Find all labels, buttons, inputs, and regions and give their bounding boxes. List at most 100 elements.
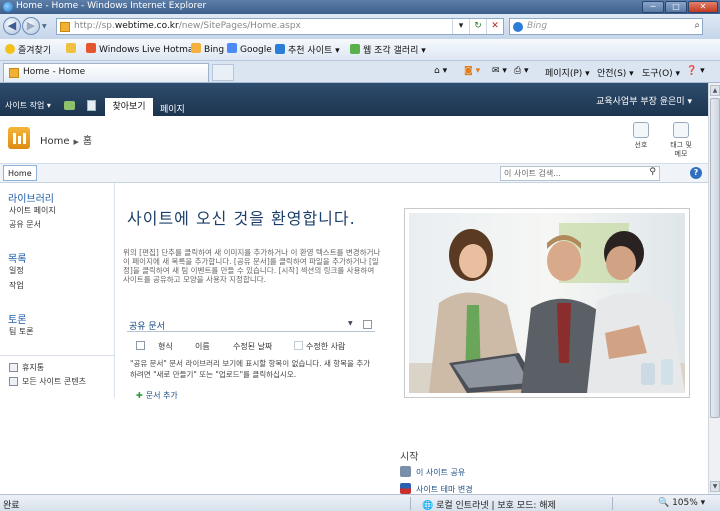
column-modified-by-checkbox[interactable] bbox=[294, 341, 303, 350]
scroll-up-icon[interactable]: ▲ bbox=[710, 85, 720, 96]
print-icon[interactable]: ⎙ ▾ bbox=[514, 66, 529, 76]
favorites-button[interactable]: 즐겨찾기 bbox=[5, 43, 51, 56]
ql-recycle-bin[interactable]: 휴지통 bbox=[22, 362, 44, 373]
tab-title: Home - Home bbox=[23, 67, 86, 77]
security-zone[interactable]: 🌐 로컬 인트라넷 | 보호 모드: 해제 bbox=[422, 498, 556, 511]
tab-favicon-icon bbox=[9, 68, 19, 78]
site-logo-icon[interactable] bbox=[8, 127, 30, 149]
tab-home[interactable]: Home - Home bbox=[3, 63, 209, 82]
new-tab-button[interactable] bbox=[212, 64, 234, 81]
url-dropdown-icon[interactable]: ▾ bbox=[452, 19, 469, 34]
search-icon[interactable]: ⌕ bbox=[694, 20, 700, 31]
tags-notes-button[interactable]: 태그 및 메모 bbox=[661, 122, 701, 159]
column-modified[interactable]: 수정된 날짜 bbox=[233, 341, 272, 352]
welcome-image bbox=[404, 208, 690, 398]
forward-button[interactable]: ▶ bbox=[22, 17, 40, 35]
close-window-button[interactable]: ✕ bbox=[688, 1, 718, 13]
vertical-scrollbar[interactable]: ▲ ▼ bbox=[708, 83, 720, 494]
help-icon[interactable]: ? bbox=[690, 167, 702, 179]
scroll-thumb[interactable] bbox=[710, 98, 720, 418]
sp-title-area: Home ▶ 홈 선호 태그 및 메모 bbox=[0, 116, 708, 163]
add-icon: ✚ bbox=[136, 391, 143, 400]
fav-bing-link[interactable]: Bing bbox=[191, 43, 224, 55]
doclib-title[interactable]: 공유 문서 bbox=[129, 319, 165, 332]
site-search-input[interactable]: 이 사이트 검색... ⚲ bbox=[500, 166, 660, 181]
select-all-checkbox[interactable] bbox=[136, 341, 145, 350]
fav-google-link[interactable]: Google bbox=[227, 43, 272, 55]
ql-item-shared-docs[interactable]: 공유 문서 bbox=[9, 219, 41, 230]
all-content-icon bbox=[9, 377, 18, 386]
status-text: 완료 bbox=[3, 501, 20, 511]
doclib-menu-icon[interactable]: ▼ bbox=[348, 320, 353, 327]
like-it-icon bbox=[633, 122, 649, 138]
safety-menu[interactable]: 안전(S) ▾ bbox=[597, 66, 634, 79]
recycle-bin-icon bbox=[9, 363, 18, 372]
ql-item-calendar[interactable]: 일정 bbox=[9, 265, 24, 276]
star-icon bbox=[5, 44, 15, 54]
url-field[interactable]: http://sp.webtime.co.kr/new/SitePages/Ho… bbox=[56, 18, 504, 35]
scroll-down-icon[interactable]: ▼ bbox=[710, 481, 720, 492]
navigate-up-icon[interactable] bbox=[64, 101, 75, 110]
breadcrumb-home[interactable]: Home bbox=[40, 136, 70, 147]
bing-search-field[interactable]: Bing ⌕ bbox=[509, 18, 703, 35]
column-type[interactable]: 형식 bbox=[158, 341, 173, 352]
breadcrumb: Home ▶ 홈 bbox=[40, 132, 92, 147]
add-document-link[interactable]: ✚ 문서 추가 bbox=[136, 390, 178, 401]
ribbon-tab-page[interactable]: 페이지 bbox=[160, 102, 185, 115]
site-actions-menu[interactable]: 사이트 작업 ▾ bbox=[5, 100, 51, 111]
search-icon[interactable]: ⚲ bbox=[649, 167, 656, 177]
edit-page-icon[interactable] bbox=[87, 100, 96, 111]
ribbon-tab-browse[interactable]: 찾아보기 bbox=[105, 98, 153, 116]
ql-all-site-content[interactable]: 모든 사이트 콘텐츠 bbox=[22, 376, 86, 387]
ql-heading-libraries[interactable]: 라이브러리 bbox=[8, 190, 54, 205]
bing-fav-icon bbox=[191, 43, 201, 53]
maximize-button[interactable]: □ bbox=[665, 1, 687, 13]
doclib-select-checkbox[interactable] bbox=[363, 320, 372, 329]
ql-bottom-section: 휴지통 모든 사이트 콘텐츠 bbox=[0, 355, 114, 386]
tab-row: Home - Home ⌂ ▾ ◙ ▾ ✉ ▾ ⎙ ▾ 페이지(P) ▾ 안전(… bbox=[0, 61, 720, 83]
add-favorite-icon[interactable] bbox=[66, 43, 79, 55]
stop-button[interactable]: ✕ bbox=[486, 19, 503, 34]
page-menu[interactable]: 페이지(P) ▾ bbox=[545, 66, 590, 79]
top-navigation: Home 이 사이트 검색... ⚲ ? bbox=[0, 163, 708, 183]
like-it-button[interactable]: 선호 bbox=[621, 122, 661, 150]
share-site-link[interactable]: 이 사이트 공유 bbox=[416, 467, 465, 478]
fav-suggested-sites[interactable]: 추천 사이트 ▾ bbox=[275, 43, 340, 56]
ql-item-tasks[interactable]: 작업 bbox=[9, 280, 24, 291]
column-name[interactable]: 이름 bbox=[195, 341, 210, 352]
ql-heading-discussions[interactable]: 토론 bbox=[8, 311, 26, 326]
minimize-button[interactable]: ─ bbox=[642, 1, 664, 13]
read-mail-icon[interactable]: ✉ ▾ bbox=[492, 66, 507, 76]
welcome-description: 위의 [편집] 단추를 클릭하여 새 이미지를 추가하거나 이 환영 텍스트를 … bbox=[123, 248, 381, 284]
office-team-photo bbox=[409, 213, 685, 393]
site-search-placeholder: 이 사이트 검색... bbox=[504, 169, 561, 178]
column-modified-by[interactable]: 수정한 사람 bbox=[306, 341, 345, 352]
share-site-icon bbox=[400, 466, 411, 477]
ql-item-site-pages[interactable]: 사이트 페이지 bbox=[9, 205, 56, 216]
tags-notes-icon bbox=[673, 122, 689, 138]
help-menu[interactable]: ❓ ▾ bbox=[686, 66, 705, 76]
ql-item-team-discussion[interactable]: 팀 토론 bbox=[9, 326, 34, 337]
favorites-bar: 즐겨찾기 Windows Live Hotmail Bing Google 추천… bbox=[0, 39, 720, 61]
user-menu[interactable]: 교육사업부 부장 윤은미 ▾ bbox=[596, 94, 692, 107]
sp-ribbon-bar: 사이트 작업 ▾ 찾아보기 페이지 교육사업부 부장 윤은미 ▾ bbox=[0, 83, 708, 116]
ie-logo-icon bbox=[3, 2, 13, 12]
bing-search-placeholder: Bing bbox=[527, 21, 548, 31]
zoom-level[interactable]: 🔍 105% ▾ bbox=[658, 498, 705, 508]
refresh-button[interactable]: ↻ bbox=[469, 19, 486, 34]
fav-web-slice-gallery[interactable]: 웹 조각 갤러리 ▾ bbox=[350, 43, 426, 56]
back-button[interactable]: ◀ bbox=[3, 17, 21, 35]
feeds-icon[interactable]: ◙ ▾ bbox=[464, 66, 480, 76]
recent-pages-dropdown-icon[interactable]: ▼ bbox=[42, 23, 47, 30]
tools-menu[interactable]: 도구(O) ▾ bbox=[642, 66, 680, 79]
ql-heading-lists[interactable]: 목록 bbox=[8, 250, 26, 265]
change-theme-icon bbox=[400, 483, 411, 494]
breadcrumb-current: 홈 bbox=[82, 136, 93, 147]
home-icon[interactable]: ⌂ ▾ bbox=[434, 66, 447, 76]
top-nav-home[interactable]: Home bbox=[3, 165, 37, 181]
fav-hotmail-link[interactable]: Windows Live Hotmail bbox=[86, 43, 198, 55]
welcome-title: 사이트에 오신 것을 환영합니다. bbox=[127, 209, 356, 228]
getting-started-heading: 시작 bbox=[400, 452, 419, 463]
window-titlebar: Home - Home - Windows Internet Explorer … bbox=[0, 0, 720, 14]
url-text: http://sp.webtime.co.kr/new/SitePages/Ho… bbox=[74, 21, 301, 31]
